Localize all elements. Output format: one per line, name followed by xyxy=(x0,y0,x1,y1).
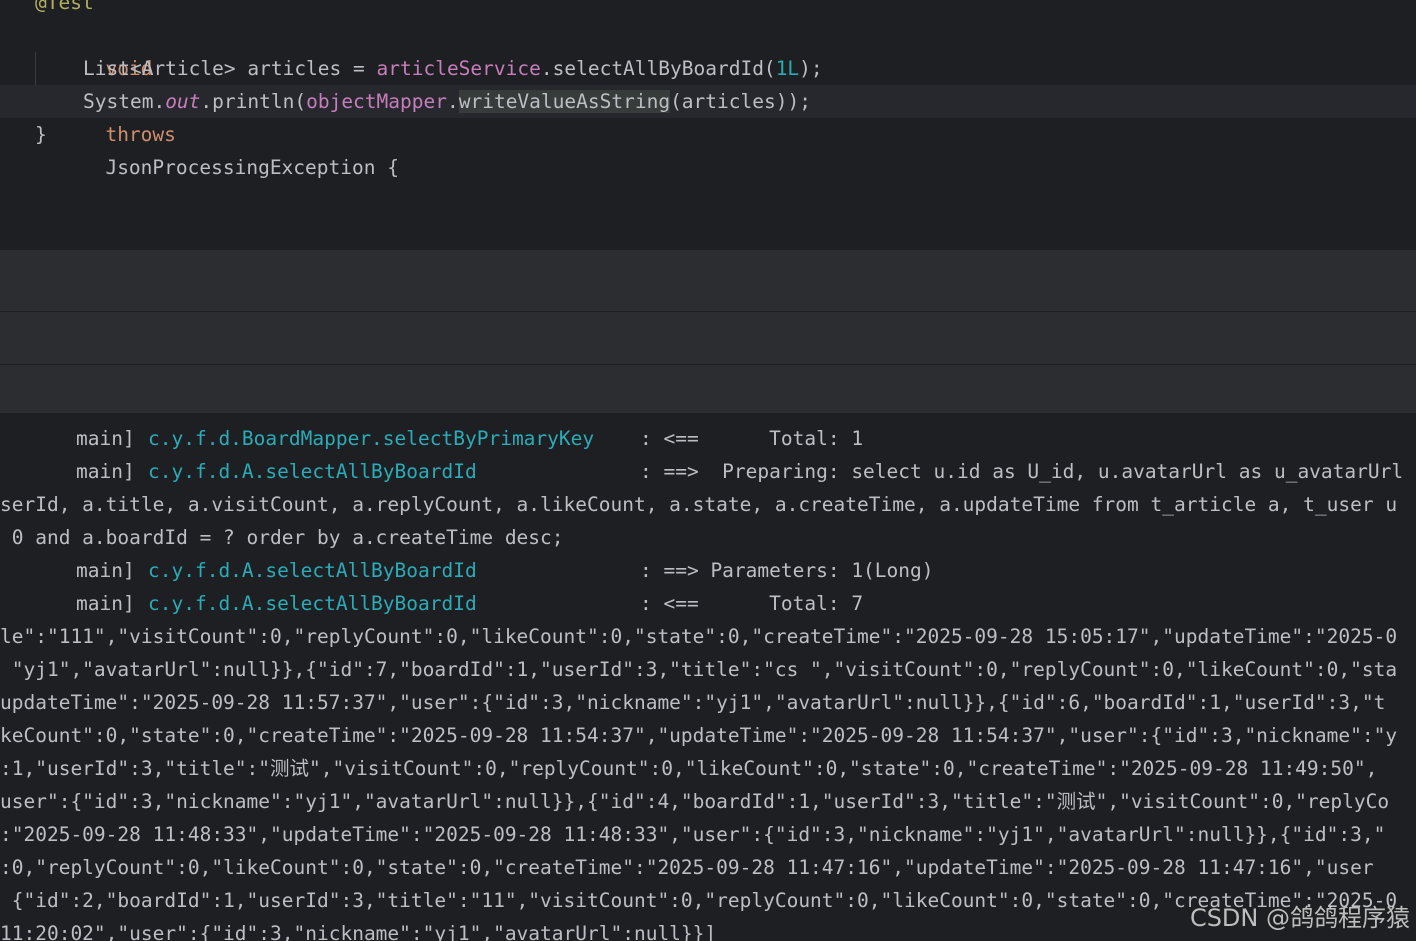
logger-name[interactable]: c.y.f.d.BoardMapper.selectByPrimaryKey xyxy=(148,422,594,455)
json-output: :"2025-09-28 11:48:33","updateTime":"202… xyxy=(0,823,1386,846)
thread-label: main] xyxy=(76,460,135,483)
thread-label: main] xyxy=(76,427,135,450)
json-output: le":"111","visitCount":0,"replyCount":0,… xyxy=(0,625,1398,648)
code-line-annotation: @Test xyxy=(0,0,1416,19)
article-service-field[interactable]: articleService xyxy=(377,57,541,80)
code-line-println: System.out.println(objectMapper.writeVal… xyxy=(0,85,1416,118)
exception-type[interactable]: JsonProcessingException { xyxy=(105,156,399,179)
out-field[interactable]: out xyxy=(165,90,200,113)
println-call[interactable]: .println( xyxy=(200,90,306,113)
code-line-articles: List<Article> articles = articleService.… xyxy=(0,52,1416,85)
closing-brace: } xyxy=(35,123,47,146)
console-line: :0,"replyCount":0,"likeCount":0,"state":… xyxy=(0,851,1416,884)
log-message: 0 and a.boardId = ? order by a.createTim… xyxy=(0,526,564,549)
console-line: le":"111","visitCount":0,"replyCount":0,… xyxy=(0,620,1416,653)
console-line: keCount":0,"state":0,"createTime":"2025-… xyxy=(0,719,1416,752)
logger-name[interactable]: c.y.f.d.A.selectAllByBoardId xyxy=(148,587,477,620)
log-message: serId, a.title, a.visitCount, a.replyCou… xyxy=(0,493,1398,516)
console-line: updateTime":"2025-09-28 11:57:37","user"… xyxy=(0,686,1416,719)
console-line: :1,"userId":3,"title":"测试","visitCount":… xyxy=(0,752,1416,785)
json-output: keCount":0,"state":0,"createTime":"2025-… xyxy=(0,724,1398,747)
code-editor[interactable]: @Test void selectAllByBoardId() throws J… xyxy=(0,0,1416,250)
console-output[interactable]: main] c.y.f.d.BoardMapper.selectByPrimar… xyxy=(0,413,1416,941)
json-output: :0,"replyCount":0,"likeCount":0,"state":… xyxy=(0,856,1374,879)
log-message: : ==> Preparing: select u.id as U_id, u.… xyxy=(640,460,1404,483)
dot: . xyxy=(446,90,459,113)
console-line: serId, a.title, a.visitCount, a.replyCou… xyxy=(0,488,1416,521)
logger-name[interactable]: c.y.f.d.A.selectAllByBoardId xyxy=(148,554,477,587)
console-line: main] c.y.f.d.A.selectAllByBoardId : <==… xyxy=(0,587,1416,620)
csdn-watermark: CSDN @鸽鸽程序猿 xyxy=(1189,904,1410,932)
json-output: user":{"id":3,"nickname":"yj1","avatarUr… xyxy=(0,790,1390,813)
thread-label: main] xyxy=(76,592,135,615)
run-toolbar xyxy=(0,312,1416,365)
logger-name[interactable]: c.y.f.d.A.selectAllByBoardId xyxy=(148,455,477,488)
object-mapper-field[interactable]: objectMapper xyxy=(306,90,447,113)
console-line: user":{"id":3,"nickname":"yj1","avatarUr… xyxy=(0,785,1416,818)
log-message: : <== Total: 1 xyxy=(640,427,864,450)
line-end: ); xyxy=(799,57,823,80)
board-id-literal: 1L xyxy=(775,57,800,80)
console-line: main] c.y.f.d.BoardMapper.selectByPrimar… xyxy=(0,422,1416,455)
json-output: "yj1","avatarUrl":null}},{"id":7,"boardI… xyxy=(0,658,1398,681)
console-line: "yj1","avatarUrl":null}},{"id":7,"boardI… xyxy=(0,653,1416,686)
console-line: main] c.y.f.d.A.selectAllByBoardId : ==>… xyxy=(0,455,1416,488)
console-line: main] c.y.f.d.A.selectAllByBoardId : ==>… xyxy=(0,554,1416,587)
console-line: :"2025-09-28 11:48:33","updateTime":"202… xyxy=(0,818,1416,851)
json-output: :1,"userId":3,"title":"测试","visitCount":… xyxy=(0,757,1378,780)
line-end: (articles)); xyxy=(670,90,811,113)
code-line-method-signature: void selectAllByBoardId() throws JsonPro… xyxy=(0,19,1416,179)
articles-declaration: List<Article> articles = xyxy=(83,57,377,80)
console-line: 0 and a.boardId = ? order by a.createTim… xyxy=(0,521,1416,554)
json-output: updateTime":"2025-09-28 11:57:37","user"… xyxy=(0,691,1386,714)
thread-label: main] xyxy=(76,559,135,582)
tool-window-header xyxy=(0,250,1416,312)
write-value-as-string-method[interactable]: writeValueAsString xyxy=(458,90,671,113)
log-message: : ==> Parameters: 1(Long) xyxy=(640,559,934,582)
system-class[interactable]: System. xyxy=(83,90,165,113)
json-output: 11:20:02","user":{"id":3,"nickname":"yj1… xyxy=(0,922,717,941)
annotation-text: @Test xyxy=(35,0,94,14)
log-message: : <== Total: 7 xyxy=(640,592,864,615)
code-line-closing-brace: } xyxy=(0,118,1416,151)
console-toolbar xyxy=(0,365,1416,413)
select-call[interactable]: .selectAllByBoardId( xyxy=(541,57,776,80)
json-output: {"id":2,"boardId":1,"userId":3,"title":"… xyxy=(0,889,1398,912)
